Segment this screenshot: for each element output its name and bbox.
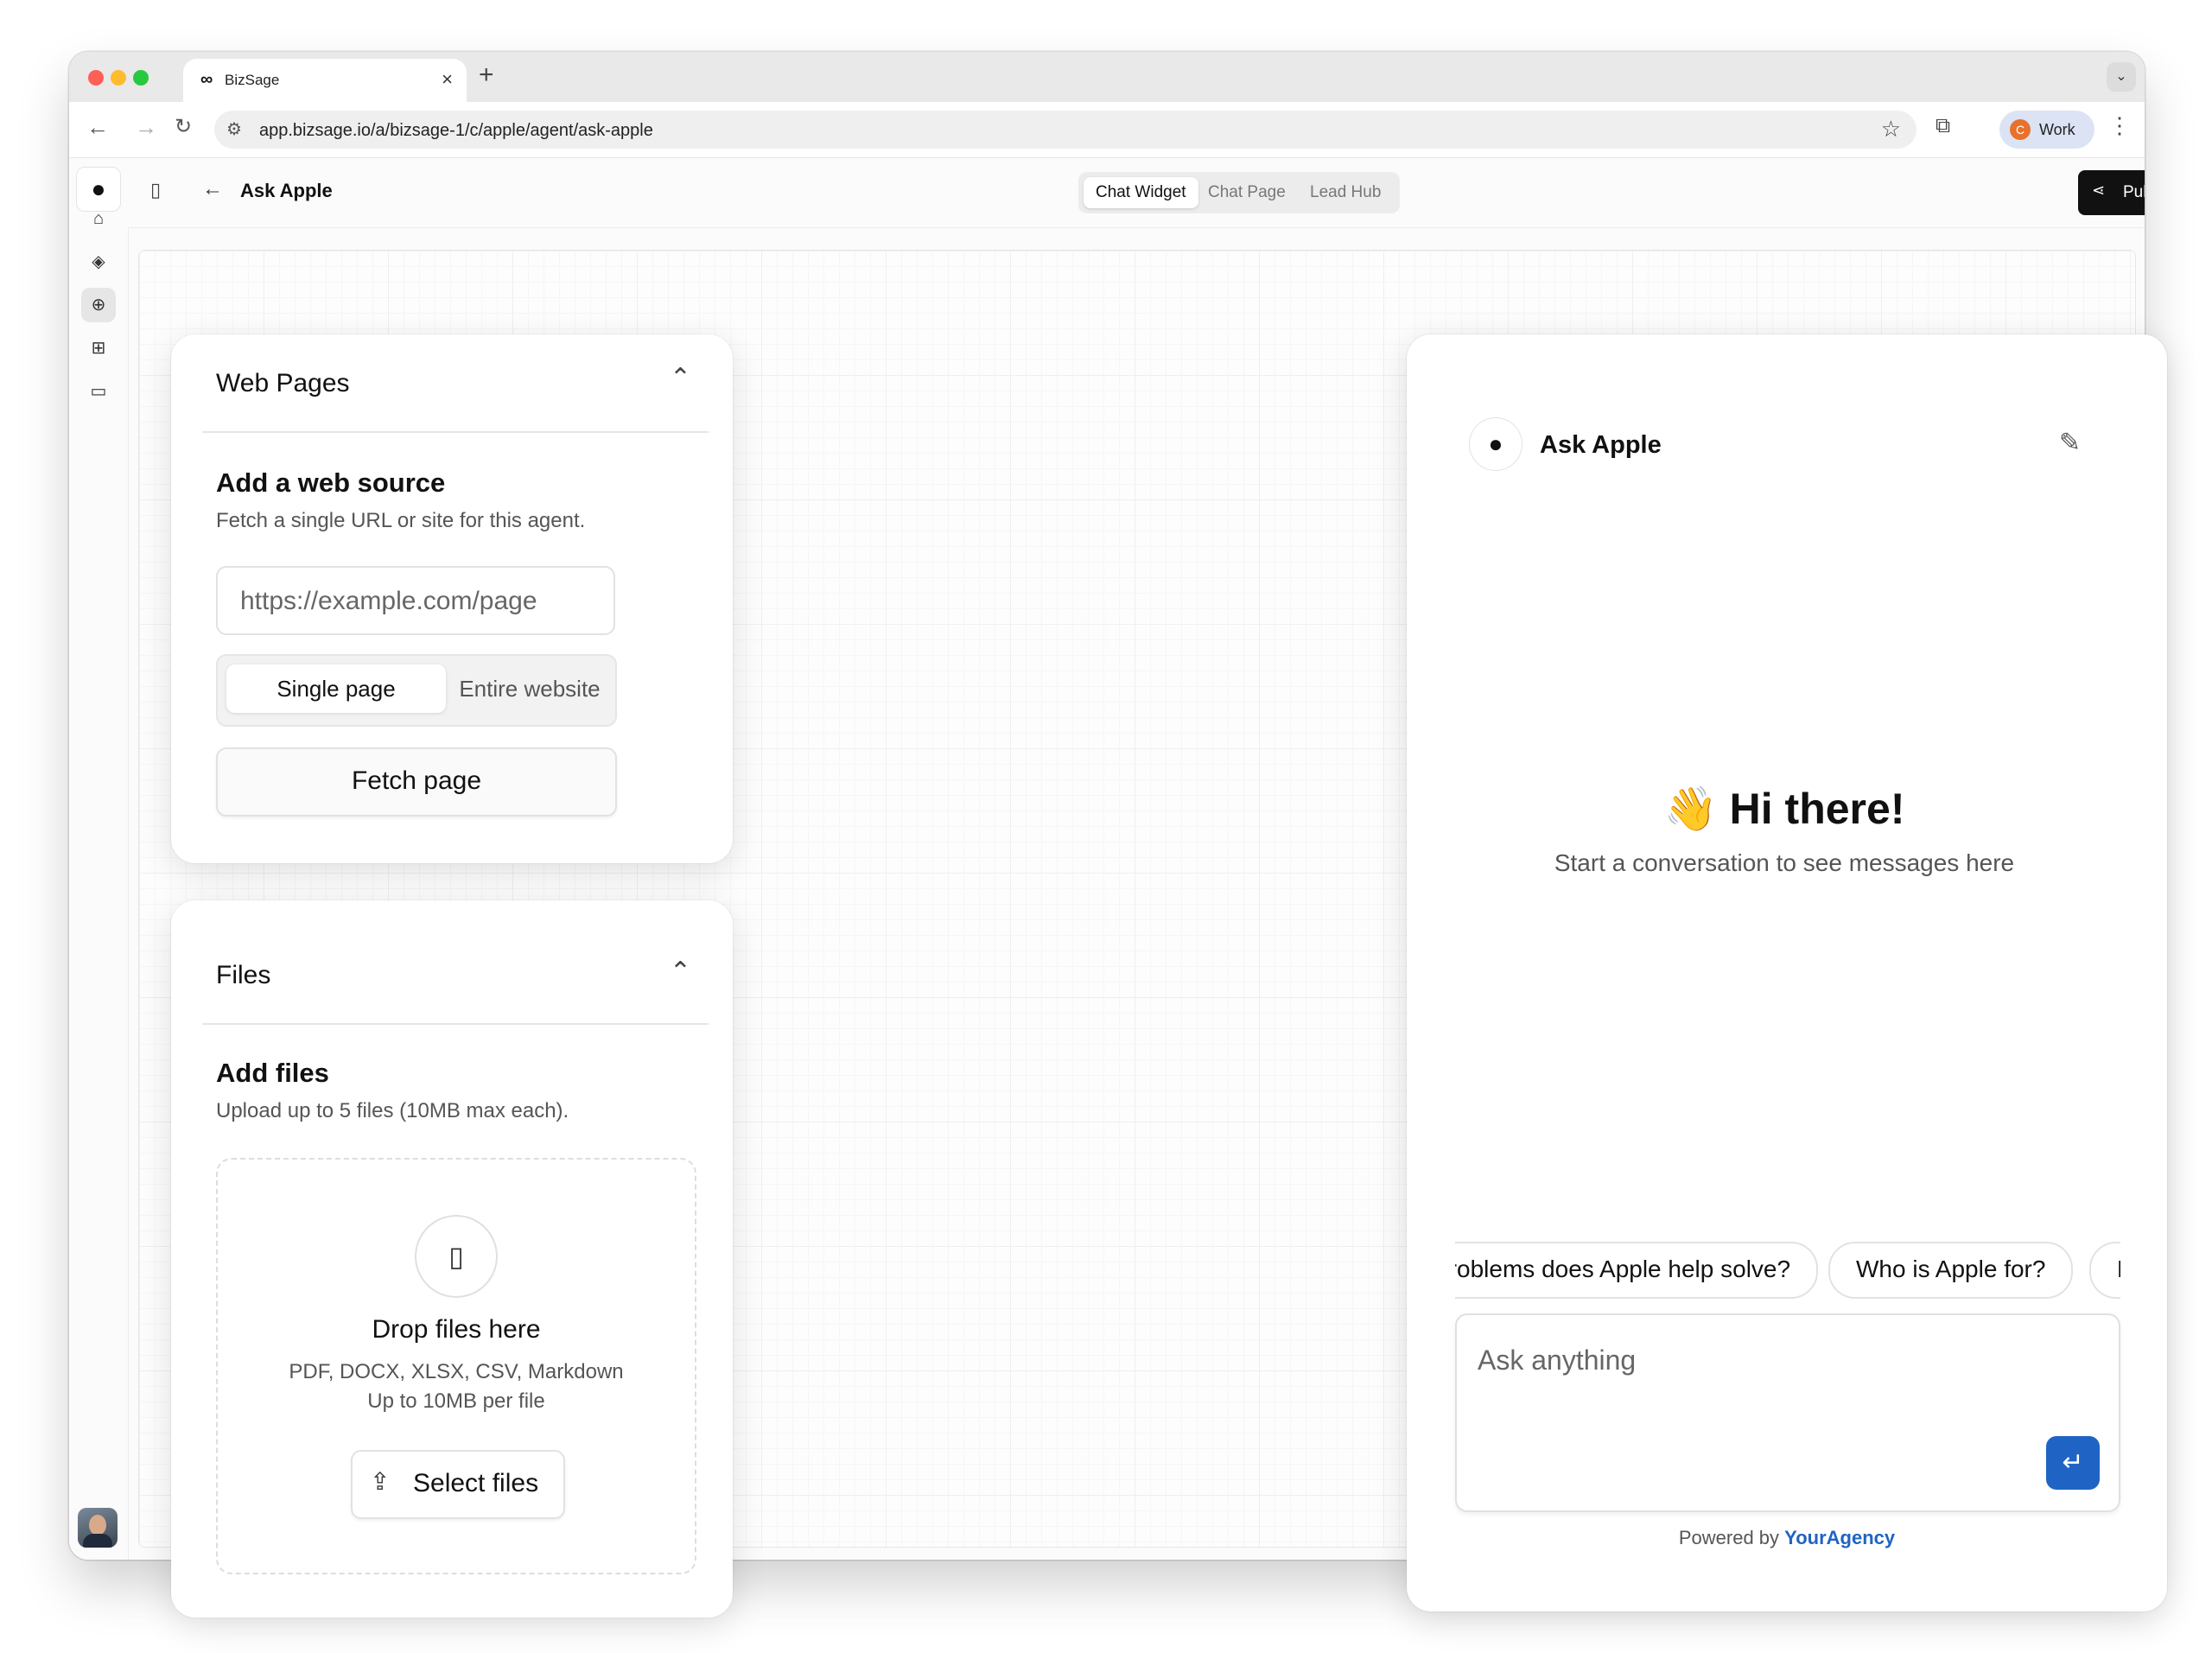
browser-menu-icon[interactable]: ⋮ [2108,112,2131,139]
web-pages-card: Web Pages ⌃ Add a web source Fetch a sin… [171,334,733,863]
chat-greeting-subtitle: Start a conversation to see messages her… [1554,849,2015,876]
profile-avatar: C [2010,119,2031,140]
publish-label: Publish [2123,183,2145,201]
tab-strip: ∞ BizSage × + ⌄ [69,52,2145,102]
address-bar[interactable]: ⚙ app.bizsage.io/a/bizsage-1/c/apple/age… [214,111,1916,149]
single-page-option[interactable]: Single page [226,664,446,713]
suggestion-chip[interactable]: What problems does Apple help solve? [1455,1242,1819,1299]
close-window-button[interactable] [88,70,104,86]
avatar-face [89,1515,106,1535]
powered-by-footer: Powered by YourAgency [1407,1527,2167,1549]
browser-toolbar: ← → ↻ ⚙ app.bizsage.io/a/bizsage-1/c/app… [69,102,2145,158]
suggestion-chips: What problems does Apple help solve? Who… [1455,1242,2120,1302]
file-icon: ▯ [415,1215,498,1298]
collapse-chevron-up-icon[interactable]: ⌃ [670,366,691,391]
avatar-body [83,1534,112,1548]
select-files-button[interactable]: ⇪ Select files [351,1450,565,1519]
web-source-description: Fetch a single URL or site for this agen… [216,509,586,532]
apple-logo-icon: ● [1469,417,1522,471]
drop-formats: PDF, DOCX, XLSX, CSV, Markdown [289,1360,624,1383]
files-card: Files ⌃ Add files Upload up to 5 files (… [171,900,733,1618]
bizsage-favicon-icon: ∞ [200,70,213,89]
publish-button[interactable]: ⋖ Publish [2078,170,2145,215]
gift-icon[interactable]: ⊞ [81,331,116,366]
tab-title: BizSage [225,72,280,88]
url-text[interactable]: app.bizsage.io/a/bizsage-1/c/apple/agent… [259,121,653,141]
divider [202,431,709,433]
toggle-sidebar-icon[interactable]: ▯ [150,179,161,201]
new-tab-button[interactable]: + [479,62,494,88]
site-settings-icon[interactable]: ⚙ [226,118,242,140]
new-chat-edit-icon[interactable]: ✎ [2059,428,2081,458]
upload-icon: ⇪ [370,1468,391,1495]
chat-widget-preview: ● Ask Apple ✎ 👋 Hi there! Start a conver… [1407,334,2167,1612]
file-drop-zone[interactable]: ▯ Drop files here PDF, DOCX, XLSX, CSV, … [216,1158,696,1574]
back-arrow-icon[interactable]: ← [202,177,223,201]
web-source-heading: Add a web source [216,467,446,498]
user-avatar[interactable] [78,1508,118,1548]
fetch-mode-toggle: Single page Entire website [216,654,617,727]
drop-limit: Up to 10MB per file [367,1389,545,1413]
extensions-icon[interactable]: ⧉ [1936,114,1950,138]
chat-agent-name: Ask Apple [1540,431,1662,459]
collapse-chevron-up-icon[interactable]: ⌃ [670,959,691,985]
chat-input-placeholder: Ask anything [1478,1345,1637,1376]
suggestion-chip[interactable]: How [2089,1242,2120,1299]
sidebar-rail: ● ⌂ ◈ ⊕ ⊞ ▭ [69,158,129,1560]
app-header: ▯ ← Ask Apple Chat Widget Chat Page Lead… [128,158,2145,228]
page-title: Ask Apple [240,180,333,201]
tab-chat-page[interactable]: Chat Page [1196,177,1298,208]
entire-website-option[interactable]: Entire website [453,664,607,713]
bookmark-star-icon[interactable]: ☆ [1881,116,1901,143]
tab-chat-widget[interactable]: Chat Widget [1084,177,1198,208]
add-files-heading: Add files [216,1058,329,1088]
maximize-window-button[interactable] [133,70,149,86]
bot-icon[interactable]: ⌂ [81,201,116,236]
url-placeholder: https://example.com/page [240,587,537,615]
suggestion-chip[interactable]: Who is Apple for? [1828,1242,2074,1299]
forward-arrow-icon[interactable]: → [135,114,157,140]
reload-icon[interactable]: ↻ [175,114,192,140]
drop-title: Drop files here [372,1315,541,1344]
powered-brand-link[interactable]: YourAgency [1784,1527,1895,1548]
chat-input[interactable]: Ask anything ↵ [1455,1313,2120,1512]
view-switcher: Chat Widget Chat Page Lead Hub [1078,172,1400,213]
profile-button[interactable]: C Work [1999,111,2094,149]
web-pages-title: Web Pages [216,369,350,397]
files-title: Files [216,961,271,989]
add-files-description: Upload up to 5 files (10MB max each). [216,1099,569,1122]
chat-greeting: 👋 Hi there! [1663,785,1905,833]
folder-icon[interactable]: ▭ [81,374,116,409]
minimize-window-button[interactable] [111,70,126,86]
back-arrow-icon[interactable]: ← [86,114,109,140]
profile-label: Work [2039,121,2075,138]
select-files-label: Select files [413,1469,539,1497]
tab-lead-hub[interactable]: Lead Hub [1298,177,1393,208]
url-input[interactable]: https://example.com/page [216,566,615,635]
fetch-page-button[interactable]: Fetch page [216,747,617,817]
powered-prefix: Powered by [1678,1527,1780,1548]
share-icon: ⋖ [2092,181,2106,199]
browser-tab[interactable]: ∞ BizSage × [183,59,467,102]
send-enter-icon[interactable]: ↵ [2046,1436,2100,1490]
brain-icon[interactable]: ⊕ [81,288,116,322]
divider [202,1023,709,1025]
tab-search-chevron-icon[interactable]: ⌄ [2107,62,2136,92]
paint-bucket-icon[interactable]: ◈ [81,245,116,279]
tab-close-icon[interactable]: × [442,68,453,91]
